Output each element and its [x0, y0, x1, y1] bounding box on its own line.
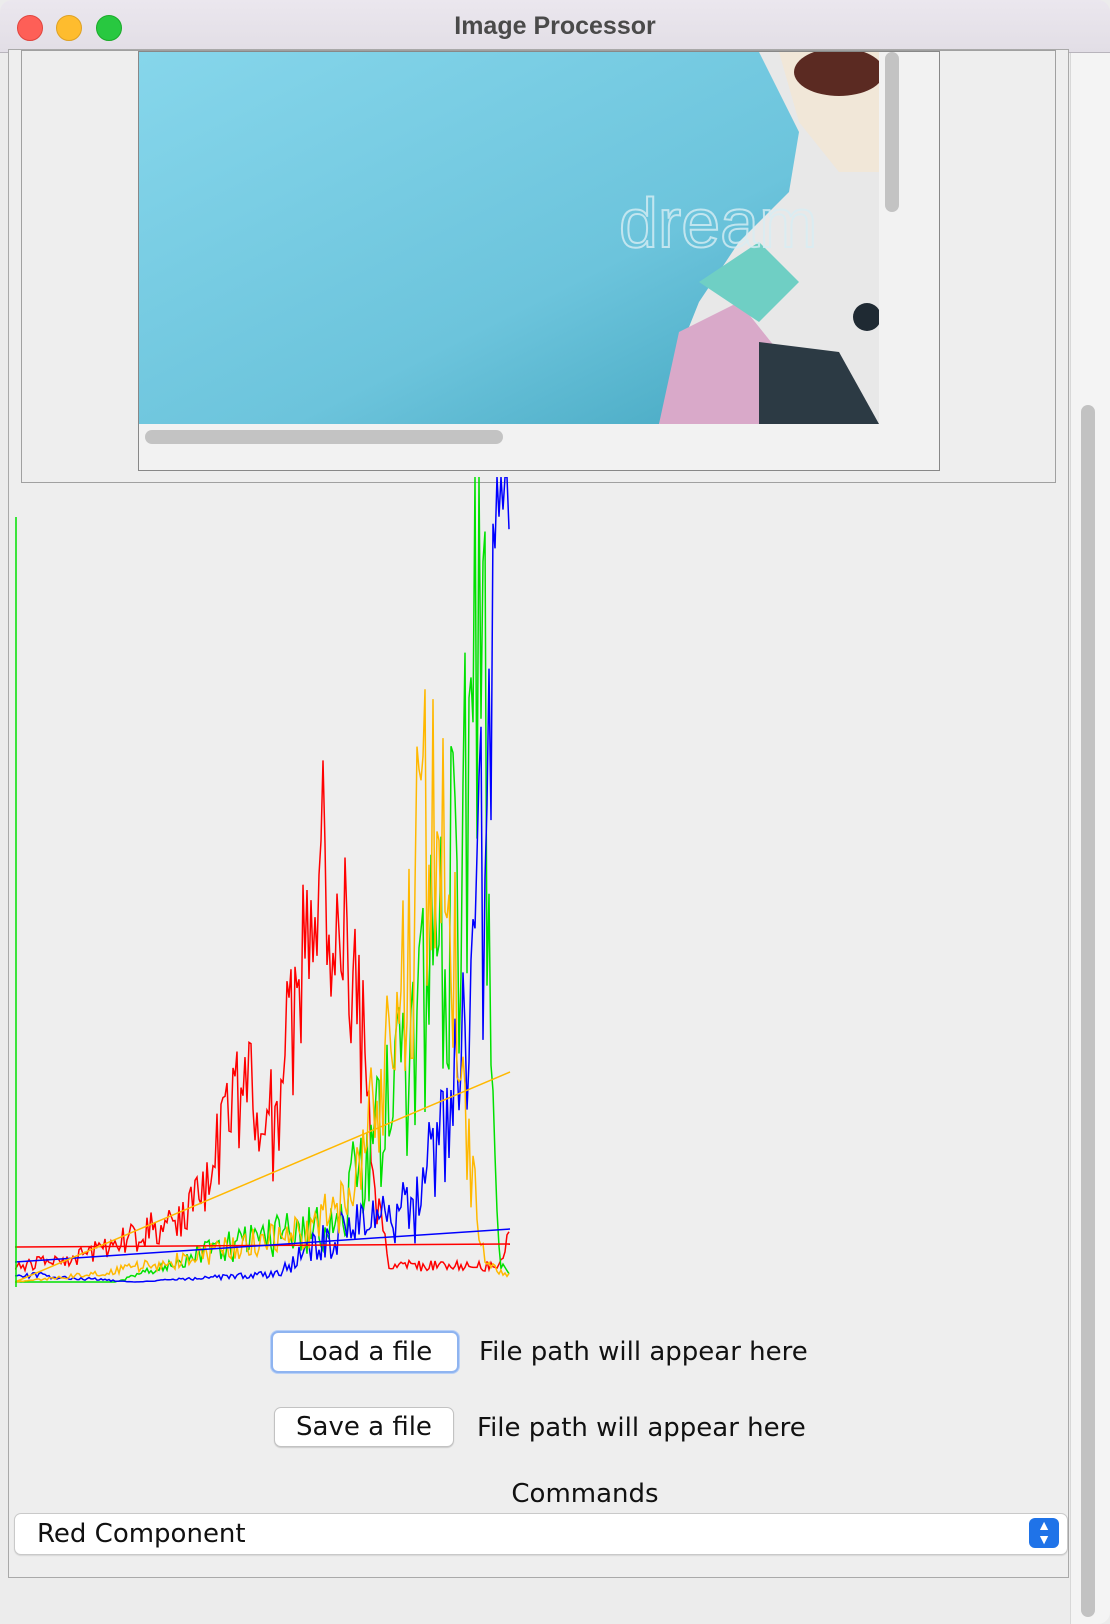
commands-label: Commands [511, 1479, 659, 1509]
select-stepper-icon: ▲ ▼ [1029, 1518, 1059, 1548]
content-area: dream Load a file File path will appear … [0, 49, 1110, 1624]
image-vertical-scrollbar[interactable] [885, 52, 899, 212]
load-file-path: File path will appear here [479, 1337, 808, 1367]
save-file-path: File path will appear here [477, 1413, 806, 1443]
save-file-button[interactable]: Save a file [274, 1407, 454, 1447]
window-vertical-scrollbar[interactable] [1070, 53, 1110, 1624]
window-scroll-thumb[interactable] [1081, 405, 1095, 1617]
command-select[interactable]: Red Component ▲ ▼ [14, 1513, 1068, 1555]
title-bar: Image Processor [0, 0, 1110, 53]
histogram-chart [15, 477, 511, 1287]
image-viewport[interactable]: dream [138, 51, 940, 471]
load-file-button[interactable]: Load a file [271, 1331, 459, 1373]
main-panel: dream Load a file File path will appear … [8, 49, 1069, 1578]
command-select-value: Red Component [37, 1519, 246, 1549]
image-horizontal-scrollbar[interactable] [145, 430, 503, 444]
window-title: Image Processor [454, 12, 656, 40]
app-window: Image Processor dream Load a file File p… [0, 0, 1110, 1624]
image-panel: dream [21, 50, 1056, 483]
loaded-image: dream [139, 52, 939, 470]
watermark-text: dream [619, 184, 817, 262]
